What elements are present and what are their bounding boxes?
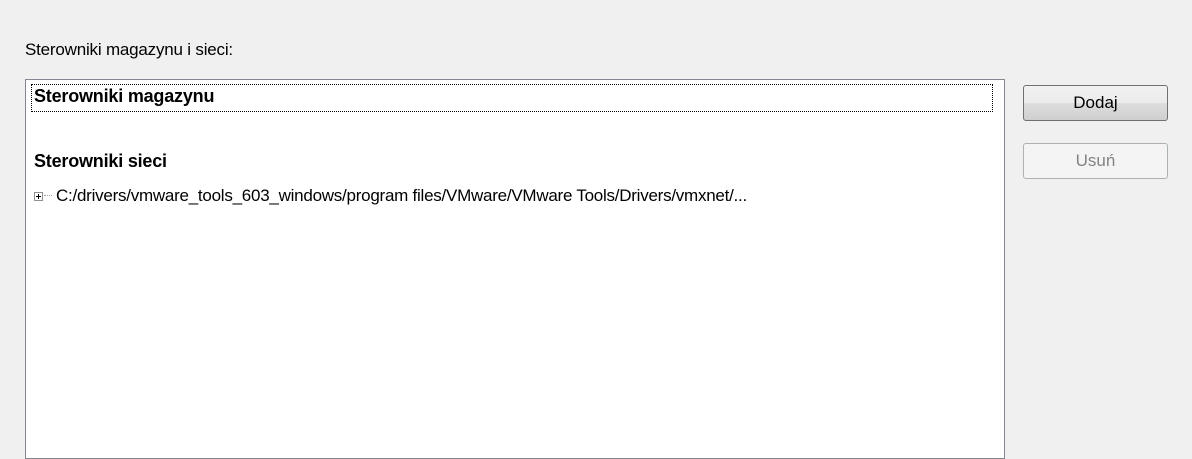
drivers-tree-view[interactable]: Sterowniki magazynu Sterowniki sieci C:/… bbox=[25, 79, 1005, 459]
tree-item-network-driver[interactable]: C:/drivers/vmware_tools_603_windows/prog… bbox=[34, 185, 747, 207]
expand-plus-icon[interactable] bbox=[34, 191, 43, 201]
remove-button[interactable]: Usuń bbox=[1023, 143, 1168, 179]
add-button[interactable]: Dodaj bbox=[1023, 85, 1168, 121]
drivers-section-label: Sterowniki magazynu i sieci: bbox=[25, 40, 233, 59]
tree-group-network-drivers[interactable]: Sterowniki sieci bbox=[34, 150, 167, 172]
tree-group-storage-drivers[interactable]: Sterowniki magazynu bbox=[31, 84, 993, 112]
tree-connector-line bbox=[44, 195, 52, 197]
tree-item-label: C:/drivers/vmware_tools_603_windows/prog… bbox=[56, 186, 747, 205]
